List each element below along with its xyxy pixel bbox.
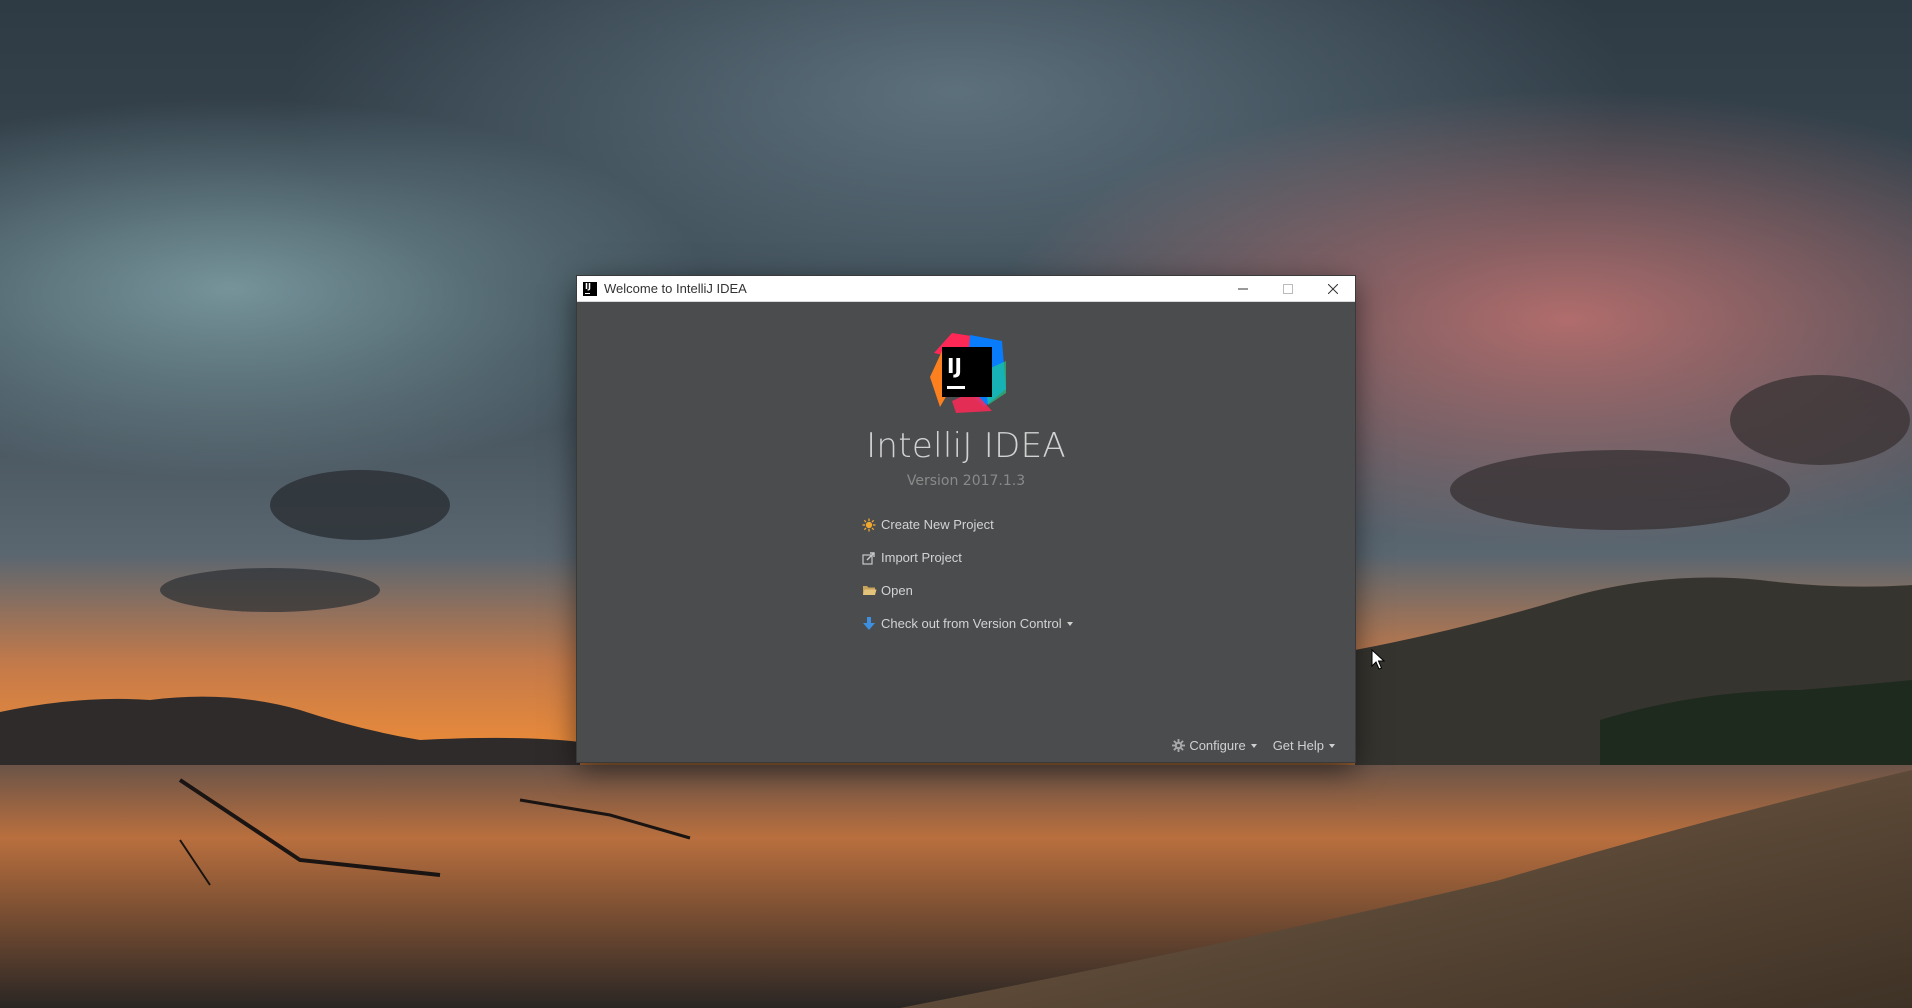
import-project-label: Import Project xyxy=(881,550,962,565)
get-help-label: Get Help xyxy=(1272,738,1324,753)
chevron-down-icon xyxy=(1329,743,1335,748)
close-button[interactable] xyxy=(1310,276,1355,301)
welcome-content: IJ IntelliJ IDEA Version 2017.1.3 Create… xyxy=(577,302,1355,763)
window-controls xyxy=(1220,276,1355,301)
close-icon xyxy=(1327,283,1338,294)
gear-icon xyxy=(1172,739,1186,752)
configure-menu[interactable]: Configure xyxy=(1172,738,1257,753)
checkout-vcs-label: Check out from Version Control xyxy=(881,616,1062,631)
intellij-logo: IJ xyxy=(930,333,1006,413)
welcome-actions: Create New Project Import Project Open C… xyxy=(861,508,1121,640)
desktop: IJ Welcome to IntelliJ IDEA IJ IntelliJ … xyxy=(0,0,1912,1008)
import-project-link[interactable]: Import Project xyxy=(861,541,1121,574)
minimize-button[interactable] xyxy=(1220,276,1265,301)
welcome-window: IJ Welcome to IntelliJ IDEA IJ IntelliJ … xyxy=(577,276,1355,762)
import-icon xyxy=(861,550,877,566)
chevron-down-icon xyxy=(1066,621,1073,626)
configure-label: Configure xyxy=(1189,738,1246,753)
get-help-menu[interactable]: Get Help xyxy=(1273,738,1335,753)
title-bar[interactable]: IJ Welcome to IntelliJ IDEA xyxy=(577,276,1355,302)
version-label: Version 2017.1.3 xyxy=(906,473,1026,489)
folder-icon xyxy=(861,583,877,599)
create-new-project-label: Create New Project xyxy=(881,517,994,532)
bottom-bar: Configure Get Help xyxy=(1156,738,1335,753)
mouse-cursor-icon xyxy=(1371,649,1385,670)
intellij-app-icon: IJ xyxy=(583,281,597,296)
open-link[interactable]: Open xyxy=(861,574,1121,607)
checkout-vcs-link[interactable]: Check out from Version Control xyxy=(861,607,1121,640)
sun-icon xyxy=(861,517,877,533)
product-name: IntelliJ IDEA xyxy=(866,426,1066,466)
logo-text: IJ xyxy=(947,354,962,378)
download-icon xyxy=(861,616,877,632)
open-label: Open xyxy=(881,583,913,598)
maximize-button[interactable] xyxy=(1265,276,1310,301)
window-title: Welcome to IntelliJ IDEA xyxy=(604,281,747,296)
maximize-icon xyxy=(1282,283,1293,294)
create-new-project-link[interactable]: Create New Project xyxy=(861,508,1121,541)
chevron-down-icon xyxy=(1250,743,1257,748)
minimize-icon xyxy=(1237,288,1248,289)
